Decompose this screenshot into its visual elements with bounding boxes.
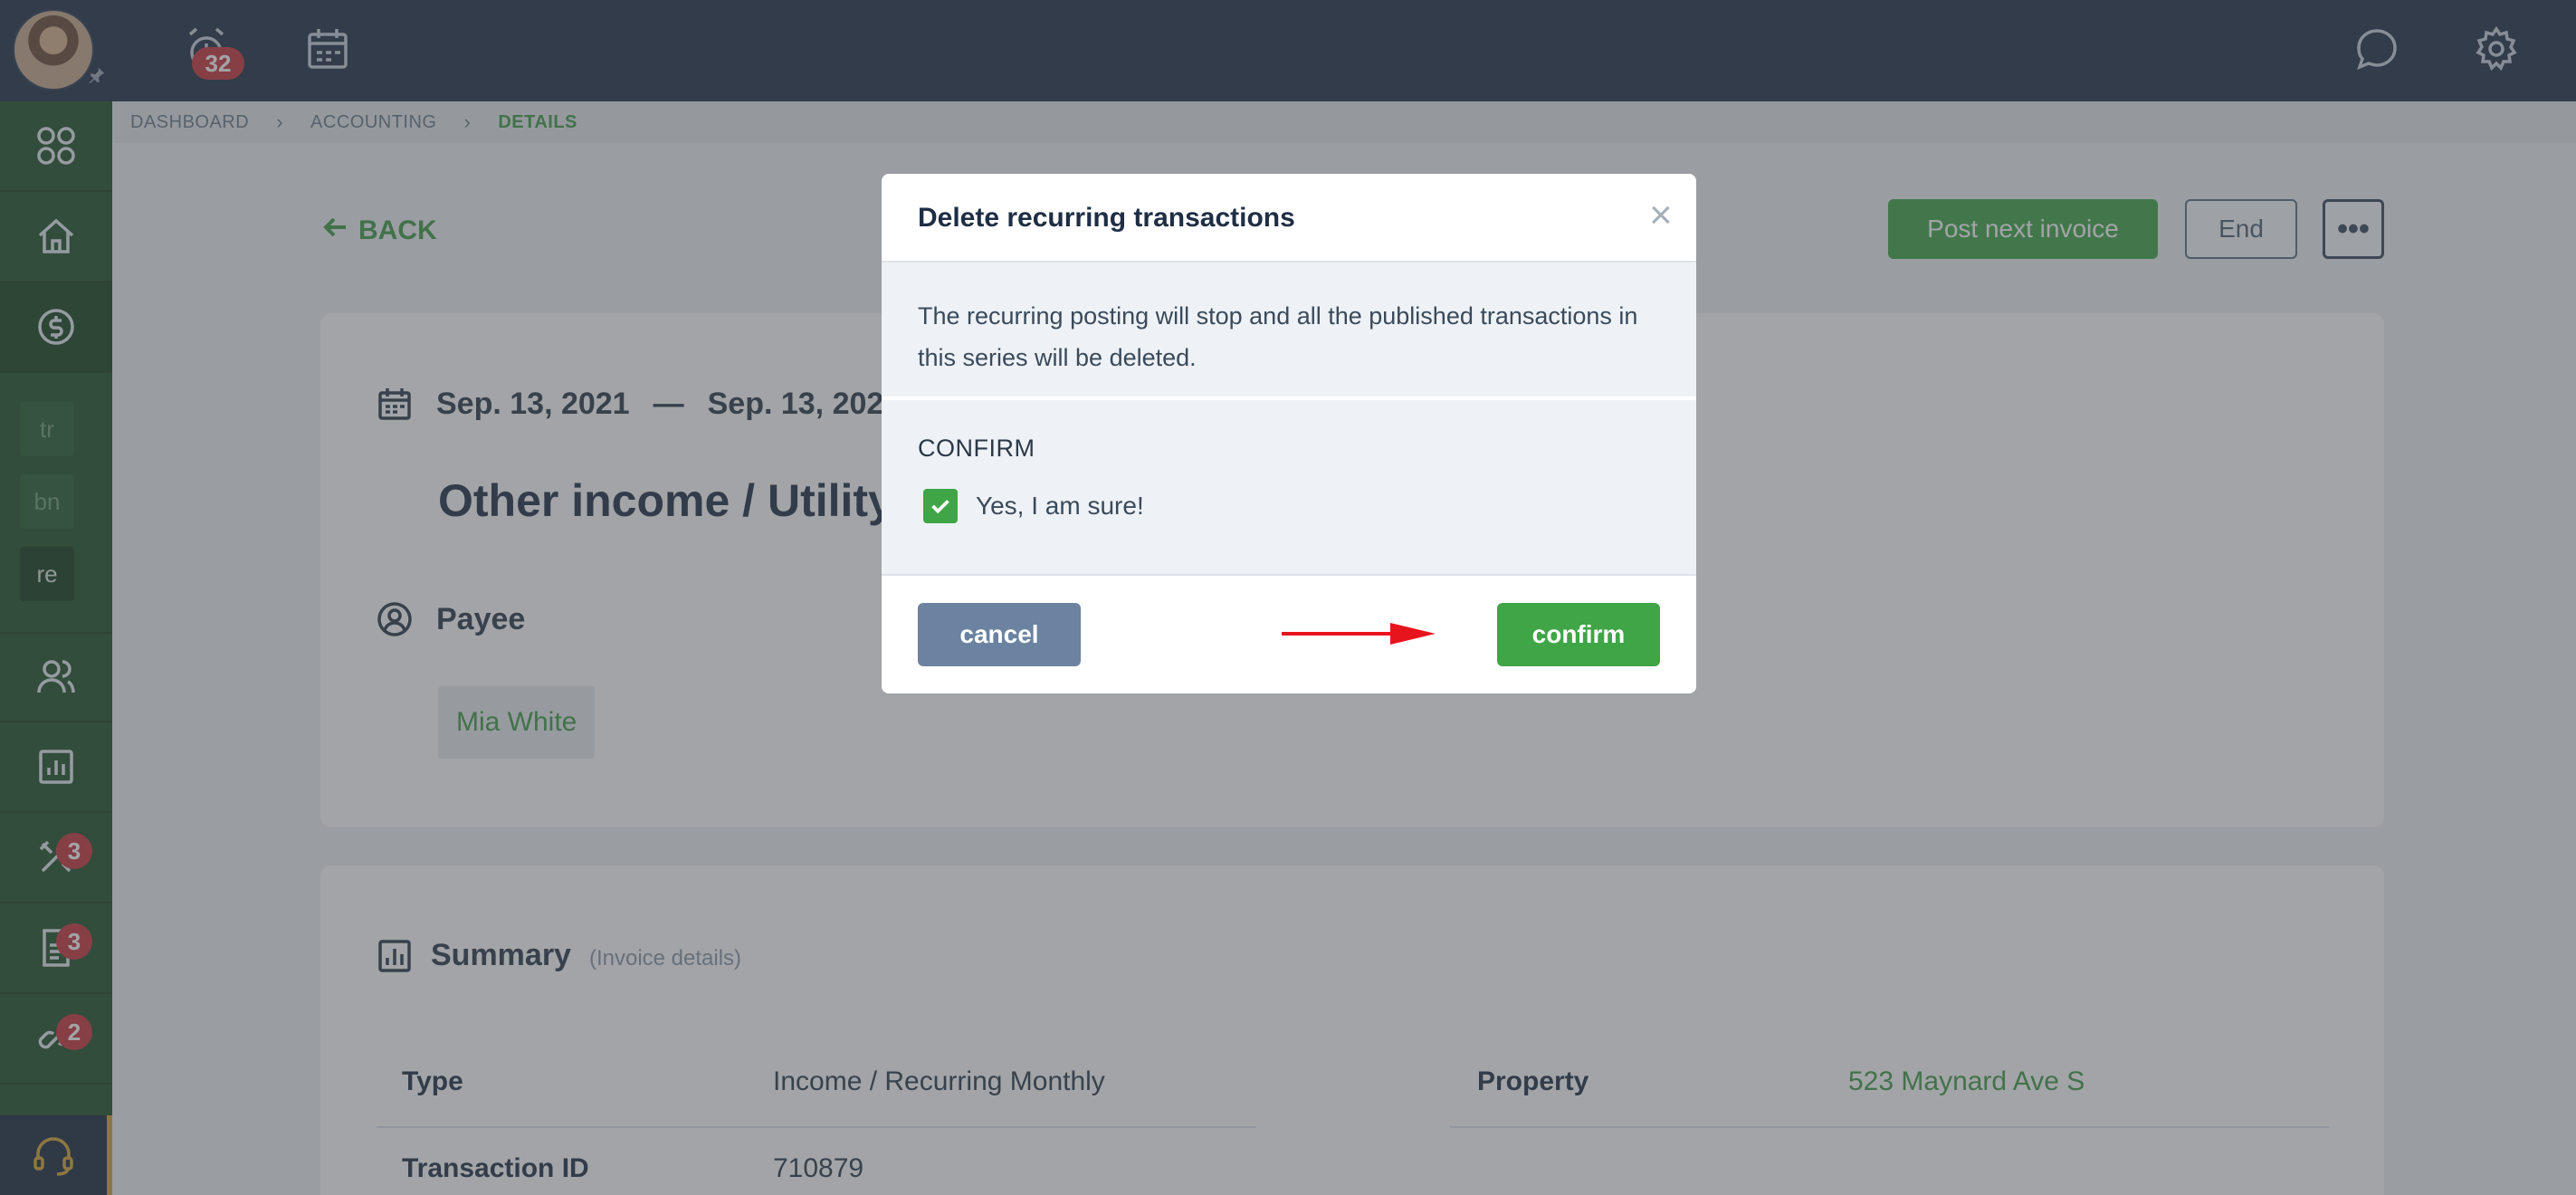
modal-title: Delete recurring transactions <box>918 203 1295 233</box>
confirm-checkbox-row[interactable]: Yes, I am sure! <box>923 489 1144 523</box>
confirm-checkbox[interactable] <box>923 489 958 523</box>
confirm-heading: CONFIRM <box>918 435 1035 462</box>
checkmark-icon <box>931 500 949 514</box>
divider <box>882 397 1696 400</box>
close-icon[interactable]: × <box>1649 194 1673 237</box>
annotation-arrow-icon <box>1282 623 1436 645</box>
cancel-button[interactable]: cancel <box>918 603 1081 666</box>
modal-body: The recurring posting will stop and all … <box>882 263 1696 578</box>
confirm-checkbox-label[interactable]: Yes, I am sure! <box>976 492 1144 521</box>
modal-message: The recurring posting will stop and all … <box>918 302 1638 371</box>
modal-footer: cancel confirm <box>882 574 1696 692</box>
delete-recurring-modal: Delete recurring transactions × The recu… <box>882 174 1696 693</box>
modal-header: Delete recurring transactions × <box>882 174 1696 263</box>
confirm-button[interactable]: confirm <box>1497 603 1660 666</box>
